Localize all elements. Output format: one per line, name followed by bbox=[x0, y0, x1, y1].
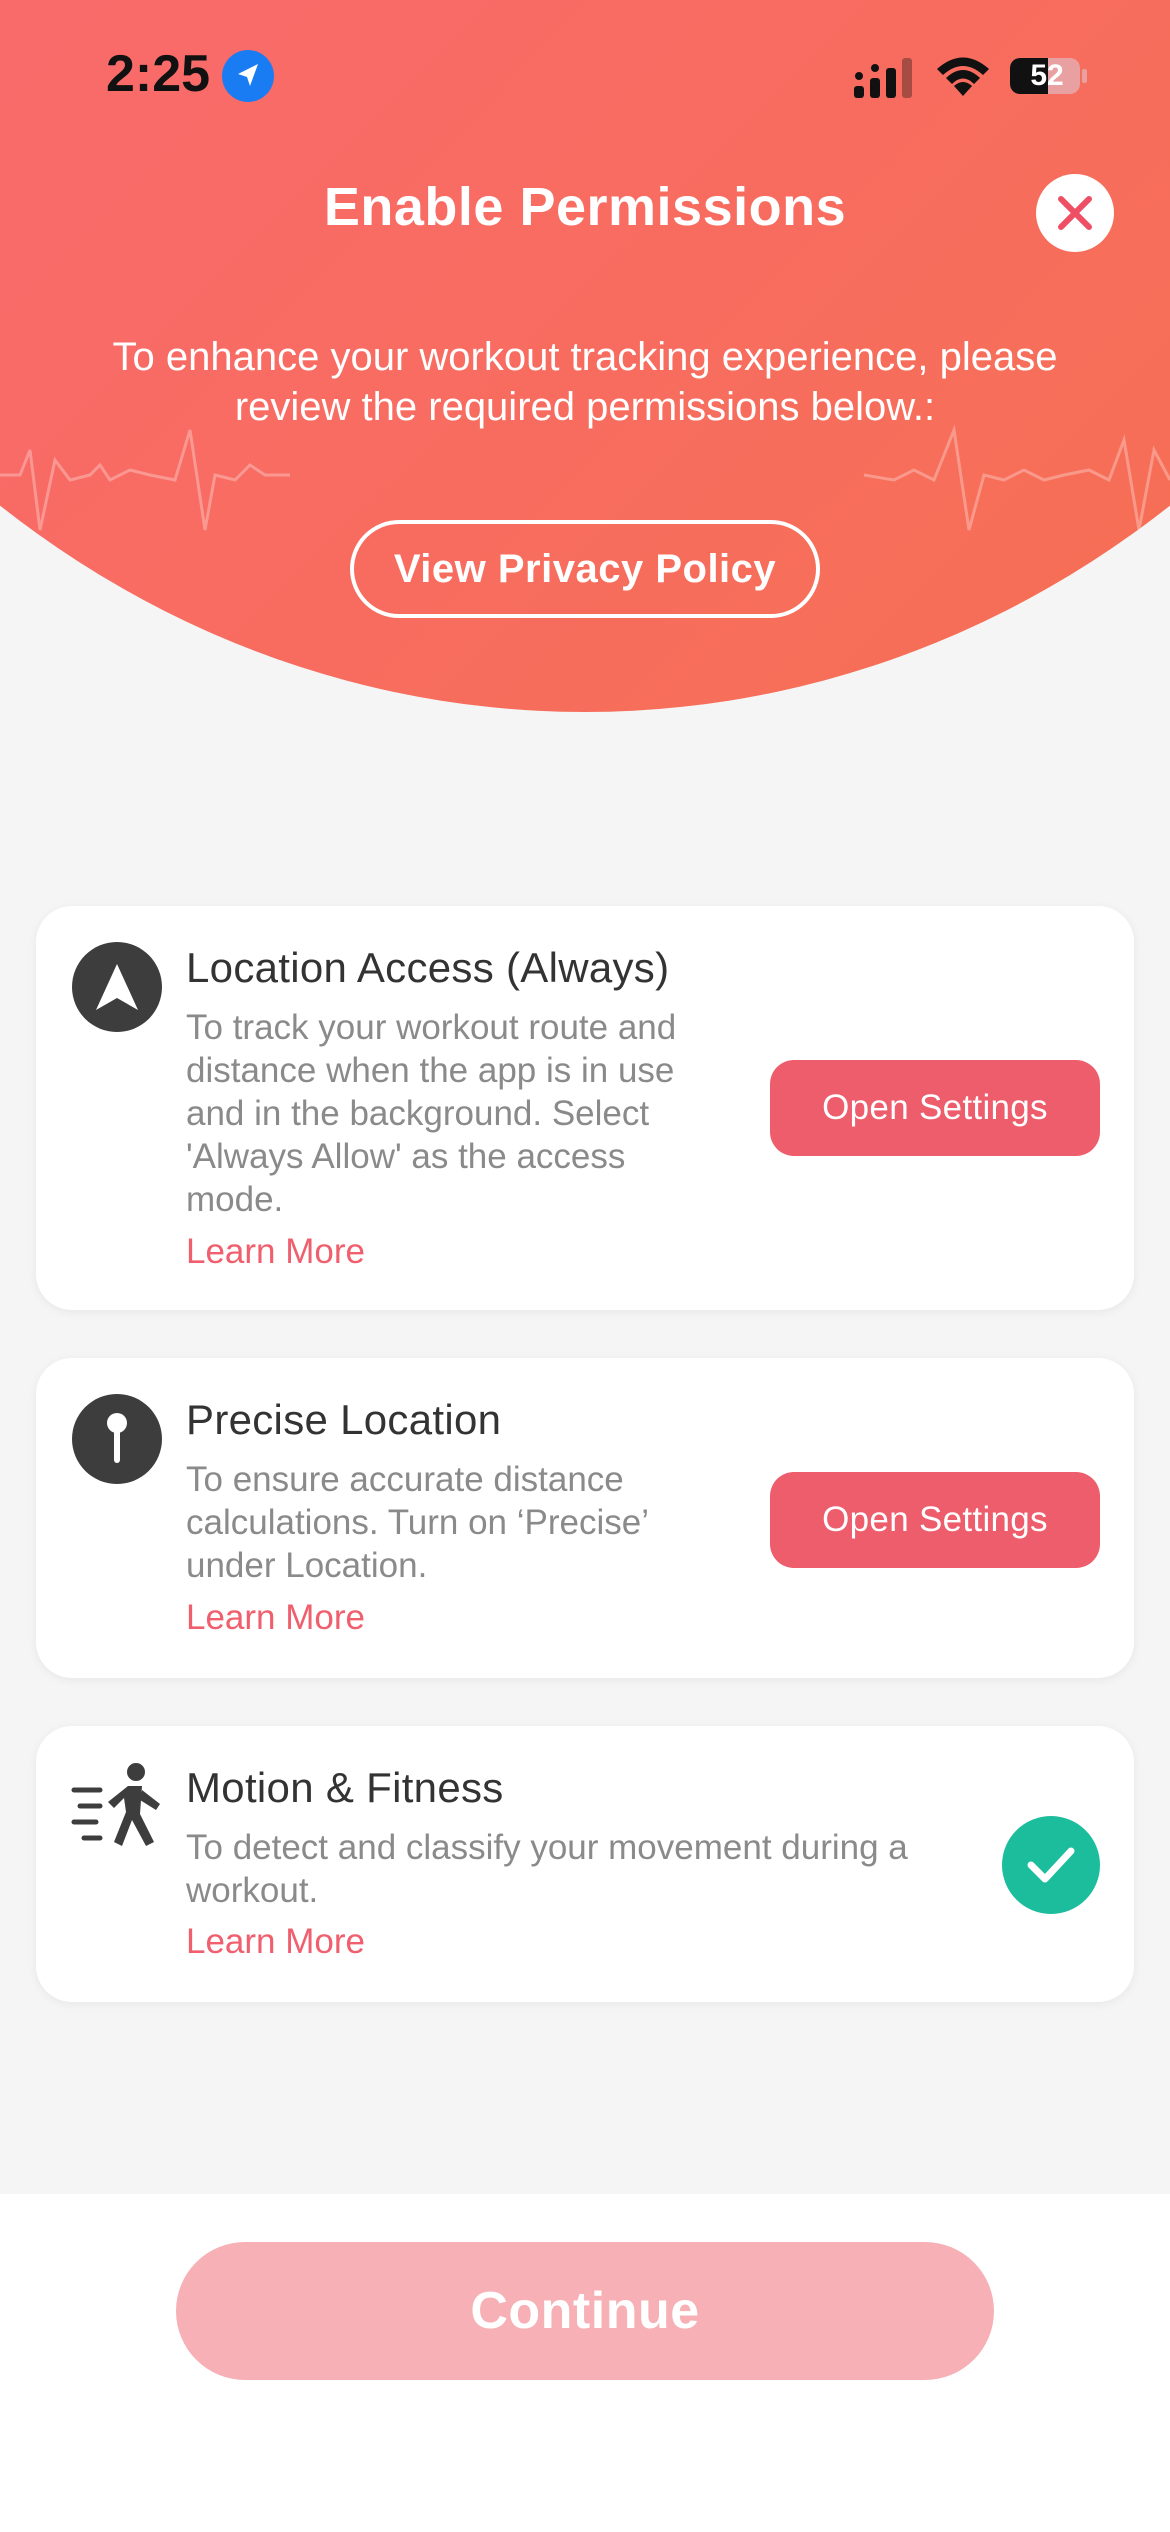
page-title: Enable Permissions bbox=[323, 177, 847, 237]
close-icon bbox=[1058, 196, 1092, 230]
permission-card-location-access: Location Access (Always) To track your w… bbox=[36, 906, 1134, 1310]
header-subtitle: To enhance your workout tracking experie… bbox=[112, 335, 1058, 429]
heartbeat-decoration bbox=[864, 424, 1170, 531]
permission-description: To ensure accurate distance calculations… bbox=[186, 1460, 648, 1585]
permission-title: Motion & Fitness bbox=[186, 1764, 504, 1811]
status-bar: 2:25 52 bbox=[0, 0, 1170, 150]
permission-description: To detect and classify your movement dur… bbox=[186, 1828, 908, 1910]
footer: Continue bbox=[0, 2194, 1170, 2532]
wifi-icon bbox=[937, 57, 989, 96]
learn-more-link[interactable]: Learn More bbox=[186, 1232, 365, 1272]
location-pin-icon bbox=[72, 1394, 162, 1484]
navigation-arrow-icon bbox=[72, 942, 162, 1032]
cellular-signal-icon bbox=[854, 58, 912, 98]
permission-card-precise-location: Precise Location To ensure accurate dist… bbox=[36, 1358, 1134, 1678]
location-services-icon bbox=[222, 50, 274, 102]
permission-description: To track your workout route and distance… bbox=[186, 1008, 677, 1219]
permission-title: Location Access (Always) bbox=[186, 944, 670, 991]
open-settings-button[interactable]: Open Settings bbox=[770, 1472, 1100, 1568]
battery-level: 52 bbox=[1030, 59, 1064, 92]
continue-button[interactable]: Continue bbox=[176, 2242, 994, 2380]
view-privacy-policy-button[interactable]: View Privacy Policy bbox=[350, 520, 820, 618]
running-person-icon bbox=[70, 1760, 166, 1856]
header: 2:25 52 Enable Permissions To enhance yo… bbox=[0, 0, 1170, 720]
open-settings-button[interactable]: Open Settings bbox=[770, 1060, 1100, 1156]
learn-more-link[interactable]: Learn More bbox=[186, 1598, 365, 1638]
checkmark-icon bbox=[1027, 1847, 1075, 1883]
close-button[interactable] bbox=[1036, 174, 1114, 252]
permission-granted-check bbox=[1002, 1816, 1100, 1914]
permission-card-motion-fitness: Motion & Fitness To detect and classify … bbox=[36, 1726, 1134, 2002]
permission-title: Precise Location bbox=[186, 1396, 502, 1443]
status-time: 2:25 bbox=[106, 45, 211, 103]
battery-icon: 52 bbox=[1008, 52, 1090, 100]
learn-more-link[interactable]: Learn More bbox=[186, 1922, 365, 1962]
heartbeat-decoration bbox=[0, 429, 290, 531]
